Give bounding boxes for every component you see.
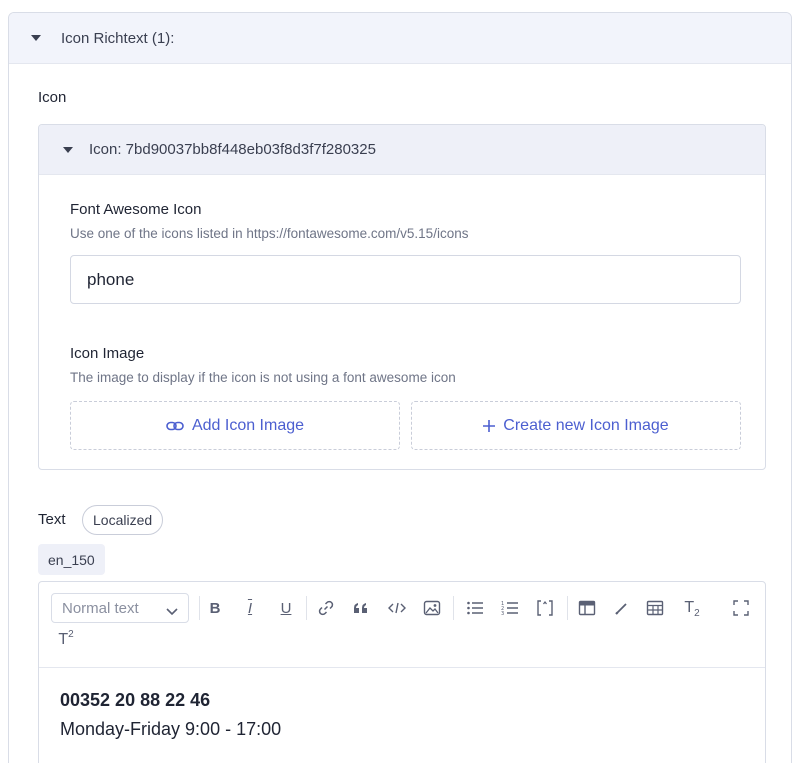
bullet-list-icon xyxy=(467,601,483,615)
bullet-list-button[interactable] xyxy=(463,596,487,620)
embed-button[interactable] xyxy=(533,596,557,620)
svg-text:3: 3 xyxy=(501,611,504,616)
richtext-editor: Normal text B I U 1 2 3 T 2 T 2 00352 20… xyxy=(38,581,766,763)
superscript-mark: 2 xyxy=(68,628,74,640)
icon-image-label: Icon Image xyxy=(70,345,145,362)
create-icon-image-button[interactable]: Create new Icon Image xyxy=(411,401,741,450)
highlight-button[interactable] xyxy=(610,596,634,620)
link-icon xyxy=(318,600,334,616)
add-icon-image-label: Add Icon Image xyxy=(191,416,305,434)
caret-down-icon[interactable] xyxy=(63,146,73,153)
embed-block-icon xyxy=(537,600,553,616)
text-section-label: Text xyxy=(38,511,66,528)
quote-button[interactable] xyxy=(349,596,373,620)
subscript-letter: T xyxy=(684,599,695,616)
link-icon xyxy=(166,419,184,433)
table-button[interactable] xyxy=(643,596,667,620)
icon-panel: Icon: 7bd90037bb8f448eb03f8d3f7f280325 F… xyxy=(38,124,766,470)
quote-icon xyxy=(354,603,367,613)
locale-tag[interactable]: en_150 xyxy=(38,544,105,575)
numbered-list-button[interactable]: 123 xyxy=(498,596,522,620)
fullscreen-button[interactable] xyxy=(729,596,753,620)
toolbar-divider xyxy=(306,596,307,620)
italic-button[interactable]: I xyxy=(238,596,262,620)
add-icon-image-button[interactable]: Add Icon Image xyxy=(70,401,400,450)
link-button[interactable] xyxy=(314,596,338,620)
icon-richtext-panel: Icon Richtext (1): Icon Icon: 7bd90037bb… xyxy=(8,12,792,763)
localized-badge: Localized xyxy=(82,505,164,535)
numbered-list-icon: 123 xyxy=(501,601,518,616)
superscript-button[interactable]: T2 xyxy=(51,628,81,652)
editor-content[interactable]: 00352 20 88 22 46 Monday-Friday 9:00 - 1… xyxy=(60,690,281,740)
layout-icon xyxy=(578,600,596,616)
pen-icon xyxy=(615,603,627,615)
plus-icon xyxy=(483,419,496,432)
subscript-button[interactable]: T2 xyxy=(677,596,707,620)
font-awesome-input[interactable] xyxy=(70,255,741,304)
toolbar-divider xyxy=(453,596,454,620)
phone-number-text: 00352 20 88 22 46 xyxy=(60,690,211,710)
bold-button[interactable]: B xyxy=(203,596,227,620)
icon-richtext-title: Icon Richtext (1): xyxy=(61,29,175,47)
image-icon xyxy=(423,600,441,616)
font-awesome-label: Font Awesome Icon xyxy=(70,201,202,218)
icon-panel-header[interactable]: Icon: 7bd90037bb8f448eb03f8d3f7f280325 xyxy=(39,125,765,175)
chevron-down-icon xyxy=(166,603,178,620)
toolbar-divider xyxy=(199,596,200,620)
create-icon-image-label: Create new Icon Image xyxy=(503,416,669,434)
layout-button[interactable] xyxy=(575,596,599,620)
icon-panel-title: Icon: 7bd90037bb8f448eb03f8d3f7f280325 xyxy=(89,141,376,158)
underline-button[interactable]: U xyxy=(274,596,298,620)
table-icon xyxy=(646,600,664,616)
editor-toolbar: Normal text B I U 1 2 3 T 2 T 2 xyxy=(39,582,765,668)
icon-section-label: Icon xyxy=(38,89,67,106)
code-button[interactable] xyxy=(385,596,409,620)
text-format-select[interactable]: Normal text xyxy=(51,593,189,623)
font-awesome-help: Use one of the icons listed in https://f… xyxy=(70,226,469,241)
icon-richtext-header[interactable]: Icon Richtext (1): xyxy=(9,13,791,64)
subscript-mark: 2 xyxy=(694,607,700,619)
fullscreen-icon xyxy=(733,600,749,616)
superscript-letter: T xyxy=(58,631,69,648)
caret-down-icon[interactable] xyxy=(31,35,41,41)
icon-image-help: The image to display if the icon is not … xyxy=(70,370,456,385)
image-button[interactable] xyxy=(420,596,444,620)
text-format-value: Normal text xyxy=(62,599,139,617)
toolbar-divider xyxy=(567,596,568,620)
code-icon xyxy=(388,602,406,614)
opening-hours-text: Monday-Friday 9:00 - 17:00 xyxy=(60,719,282,739)
